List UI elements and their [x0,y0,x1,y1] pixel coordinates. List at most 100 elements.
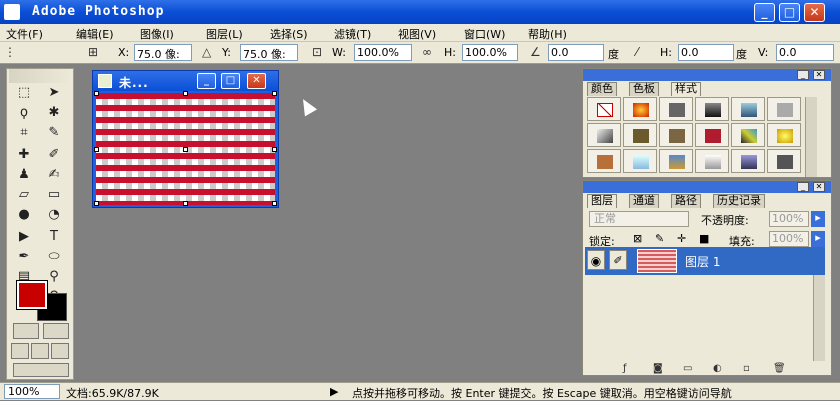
doc-size-info[interactable]: 文档:65.9K/87.9K [66,385,159,401]
minimize-button[interactable]: _ [754,3,775,22]
skew-v-field[interactable]: 0.0 [776,44,834,61]
style-swatch[interactable] [659,97,693,121]
blend-mode-select[interactable]: 正常 [589,211,689,227]
style-swatch[interactable] [695,97,729,121]
slice-tool-icon[interactable]: ✎ [43,123,65,143]
jump-to-imageready-button[interactable] [13,363,69,377]
x-field[interactable]: 75.0 像: [134,44,192,61]
tab-styles[interactable]: 样式 [671,82,701,96]
document-canvas[interactable] [94,91,277,206]
style-swatch[interactable] [587,149,621,173]
transform-handle[interactable] [272,91,277,96]
doc-maximize-button[interactable]: □ [221,73,240,89]
style-swatch[interactable] [659,149,693,173]
menu-edit[interactable]: 编辑(E) [76,26,114,42]
style-swatch[interactable] [731,123,765,147]
clone-stamp-icon[interactable]: ♟ [13,165,35,185]
lock-transparency-icon[interactable]: ⊠ [633,232,642,245]
type-tool-icon[interactable]: T [43,227,65,247]
crop-tool-icon[interactable]: ⌗ [13,123,35,143]
style-swatch[interactable] [659,123,693,147]
style-swatch[interactable] [767,123,801,147]
transform-handle[interactable] [94,201,99,206]
blur-tool-icon[interactable]: ● [13,205,35,225]
path-select-icon[interactable]: ▶ [13,227,35,247]
reference-point-icon[interactable]: ⊞ [88,45,98,59]
transform-handle[interactable] [94,91,99,96]
screen-mode-full-button[interactable] [51,343,69,359]
tab-layers[interactable]: 图层 [587,194,617,208]
shape-tool-icon[interactable]: ⬭ [43,247,65,267]
panel-minimize-icon[interactable]: _ [797,182,809,192]
style-swatch[interactable] [731,97,765,121]
transform-center-icon[interactable] [183,147,188,152]
layer-style-icon[interactable]: ƒ [623,363,627,374]
menu-help[interactable]: 帮助(H) [528,26,567,42]
style-swatch[interactable] [587,123,621,147]
w-field[interactable]: 100.0% [354,44,412,61]
tab-swatches[interactable]: 色板 [629,82,659,96]
marquee-tool-icon[interactable]: ⬚ [13,83,35,103]
link-icon[interactable]: ∞ [422,45,432,59]
style-swatch[interactable] [695,149,729,173]
history-brush-icon[interactable]: ✍ [43,165,65,185]
maximize-button[interactable]: □ [779,3,800,22]
lock-all-icon[interactable]: ■ [699,232,709,245]
style-swatch[interactable] [731,149,765,173]
gradient-tool-icon[interactable]: ▭ [43,185,65,205]
style-swatch[interactable] [767,97,801,121]
layers-scrollbar[interactable] [813,275,825,361]
style-swatch[interactable] [695,123,729,147]
transform-handle[interactable] [272,147,277,152]
tab-history[interactable]: 历史记录 [713,194,765,208]
rotate-field[interactable]: 0.0 [548,44,604,61]
lasso-tool-icon[interactable]: ϙ [13,103,35,123]
style-swatch[interactable] [623,97,657,121]
visibility-eye-icon[interactable]: ◉ [587,250,605,270]
menu-image[interactable]: 图像(I) [140,26,174,42]
lock-position-icon[interactable]: ✛ [677,232,686,245]
tab-channels[interactable]: 通道 [629,194,659,208]
layer-mask-icon[interactable]: ◙ [653,363,663,374]
layer-brush-icon[interactable]: ✐ [609,250,627,270]
doc-close-button[interactable]: ✕ [247,73,266,89]
menu-window[interactable]: 窗口(W) [464,26,505,42]
lock-image-icon[interactable]: ✎ [655,232,664,245]
style-none[interactable] [587,97,621,121]
style-swatch[interactable] [623,149,657,173]
transform-handle[interactable] [94,147,99,152]
standard-mode-button[interactable] [13,323,39,339]
opacity-field[interactable]: 100% [769,211,809,227]
magic-wand-icon[interactable]: ✱ [43,103,65,123]
screen-mode-full-menu-button[interactable] [31,343,49,359]
fill-arrow-icon[interactable]: ▸ [811,231,825,247]
tab-paths[interactable]: 路径 [671,194,701,208]
panel-close-icon[interactable]: ✕ [813,182,825,192]
new-set-icon[interactable]: ▭ [683,363,692,374]
quick-mask-button[interactable] [43,323,69,339]
new-layer-icon[interactable]: ▫ [743,363,750,374]
h-field[interactable]: 100.0% [462,44,518,61]
transform-handle[interactable] [272,201,277,206]
pen-tool-icon[interactable]: ✒ [13,247,35,267]
menu-view[interactable]: 视图(V) [398,26,436,42]
adjustment-layer-icon[interactable]: ◐ [713,363,722,374]
style-swatch[interactable] [767,149,801,173]
menu-select[interactable]: 选择(S) [270,26,308,42]
close-button[interactable]: ✕ [804,3,825,22]
transform-handle[interactable] [183,91,188,96]
menu-layer[interactable]: 图层(L) [206,26,243,42]
layer-row[interactable]: ◉ ✐ 图层 1 [585,247,825,275]
healing-brush-icon[interactable]: ✚ [13,145,35,165]
menu-filter[interactable]: 滤镜(T) [334,26,371,42]
fill-field[interactable]: 100% [769,231,809,247]
brush-tool-icon[interactable]: ✐ [43,145,65,165]
dodge-tool-icon[interactable]: ◔ [43,205,65,225]
transform-handle[interactable] [183,201,188,206]
doc-minimize-button[interactable]: _ [197,73,216,89]
panel-minimize-icon[interactable]: _ [797,70,809,80]
eraser-tool-icon[interactable]: ▱ [13,185,35,205]
opacity-arrow-icon[interactable]: ▸ [811,211,825,227]
menu-file[interactable]: 文件(F) [6,26,43,42]
zoom-field[interactable]: 100% [4,384,60,399]
